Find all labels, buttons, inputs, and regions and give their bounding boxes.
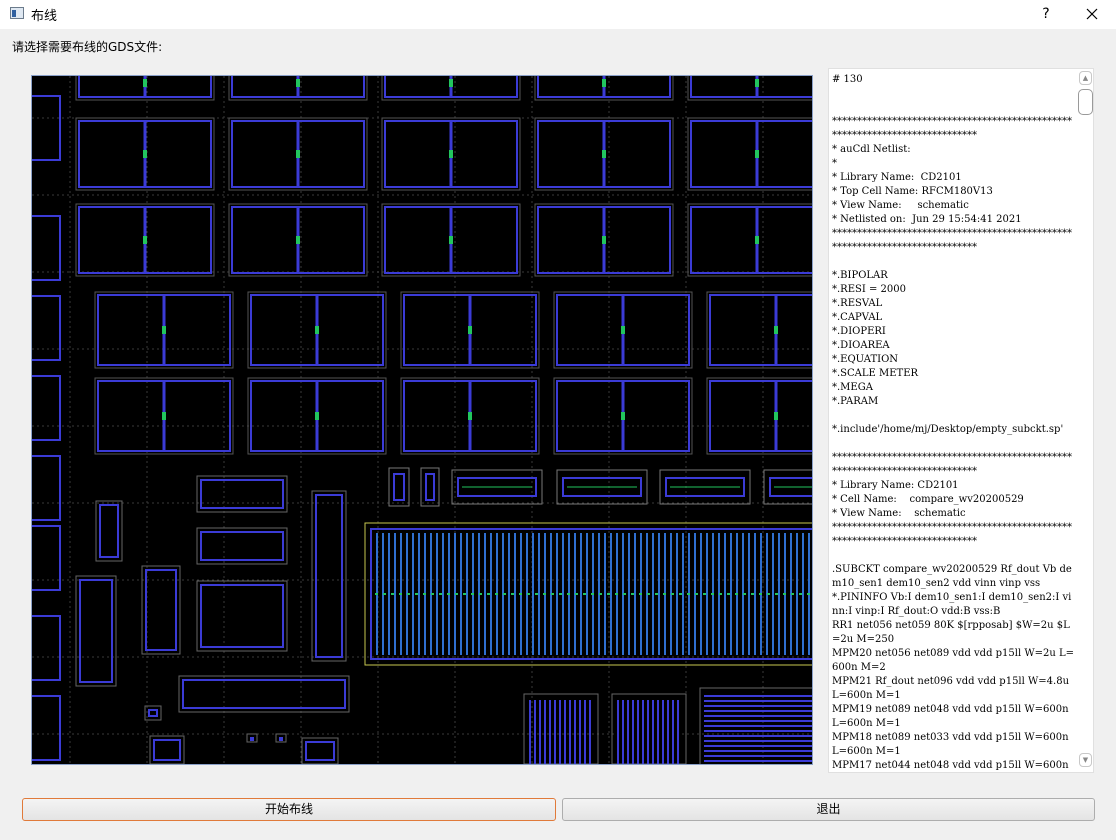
layout-block-inner xyxy=(315,494,343,658)
app-window-icon xyxy=(10,7,24,19)
close-icon xyxy=(1086,8,1098,20)
layout-via xyxy=(621,326,625,334)
layout-via xyxy=(315,326,319,334)
scroll-up-arrow-icon[interactable]: ▲ xyxy=(1079,71,1092,85)
layout-edge-cell xyxy=(32,525,61,591)
gds-layout-view[interactable] xyxy=(31,75,813,765)
layout-via xyxy=(296,236,300,244)
netlist-scrollbar[interactable]: ▲ ▼ xyxy=(1077,69,1093,772)
select-gds-prompt: 请选择需要布线的GDS文件: xyxy=(12,40,163,54)
start-routing-button[interactable]: 开始布线 xyxy=(22,798,556,821)
layout-block-inner xyxy=(200,531,284,561)
layout-cell xyxy=(690,206,812,274)
layout-block xyxy=(196,527,288,565)
layout-via xyxy=(449,79,453,87)
layout-via xyxy=(296,150,300,158)
layout-block-inner xyxy=(200,584,284,648)
layout-via xyxy=(755,236,759,244)
help-button[interactable]: ? xyxy=(1034,3,1058,25)
layout-block-inner xyxy=(305,741,335,761)
layout-block-inner xyxy=(145,569,177,651)
layout-cell xyxy=(709,294,812,366)
layout-block-inner xyxy=(200,479,284,509)
layout-via xyxy=(602,236,606,244)
layout-via xyxy=(143,79,147,87)
layout-block-inner xyxy=(182,679,346,709)
layout-block-inner xyxy=(148,709,158,717)
layout-via xyxy=(162,326,166,334)
scroll-down-arrow-icon[interactable]: ▼ xyxy=(1079,753,1092,767)
layout-via xyxy=(468,326,472,334)
layout-via xyxy=(296,79,300,87)
layout-block xyxy=(311,490,347,662)
layout-block xyxy=(196,475,288,513)
layout-block-inner xyxy=(279,737,283,741)
layout-small-cell-inner xyxy=(425,473,435,501)
layout-via xyxy=(449,150,453,158)
layout-cell-outline xyxy=(687,117,812,191)
layout-cell-outline xyxy=(687,203,812,277)
layout-via xyxy=(602,79,606,87)
layout-via xyxy=(755,79,759,87)
title-bar: 布线 ? xyxy=(0,0,1116,29)
layout-block xyxy=(178,675,350,713)
scroll-thumb[interactable] xyxy=(1078,89,1093,115)
layout-via xyxy=(621,412,625,420)
layout-block xyxy=(75,575,117,687)
layout-via xyxy=(602,150,606,158)
layout-block xyxy=(196,580,288,652)
layout-block-inner xyxy=(99,504,119,558)
close-button[interactable] xyxy=(1080,3,1104,25)
layout-via xyxy=(774,412,778,420)
layout-cell xyxy=(690,76,812,98)
layout-via xyxy=(143,150,147,158)
netlist-content: # 130 **********************************… xyxy=(832,74,1075,771)
layout-edge-cell xyxy=(32,375,61,441)
layout-edge-cell xyxy=(32,455,61,521)
layout-cell-outline xyxy=(706,291,812,369)
layout-via xyxy=(468,412,472,420)
layout-block-inner xyxy=(153,739,181,761)
window-title: 布线 xyxy=(31,9,58,24)
exit-button[interactable]: 退出 xyxy=(562,798,1095,821)
layout-cell xyxy=(709,380,812,452)
gds-layout-canvas xyxy=(32,76,812,764)
layout-edge-cell xyxy=(32,295,61,361)
layout-via xyxy=(449,236,453,244)
layout-edge-cell xyxy=(32,215,61,281)
layout-via xyxy=(143,236,147,244)
layout-block-inner xyxy=(79,579,113,683)
layout-cell xyxy=(690,120,812,188)
layout-block-inner xyxy=(250,737,254,741)
layout-via xyxy=(774,326,778,334)
layout-edge-cell xyxy=(32,95,61,161)
layout-via xyxy=(315,412,319,420)
layout-edge-cell xyxy=(32,615,61,681)
netlist-text-panel[interactable]: # 130 **********************************… xyxy=(828,68,1094,773)
layout-edge-cell xyxy=(32,695,61,761)
layout-cell-outline xyxy=(706,377,812,455)
layout-via xyxy=(162,412,166,420)
layout-small-cell-inner xyxy=(393,473,405,501)
layout-via xyxy=(755,150,759,158)
layout-block xyxy=(141,565,181,655)
